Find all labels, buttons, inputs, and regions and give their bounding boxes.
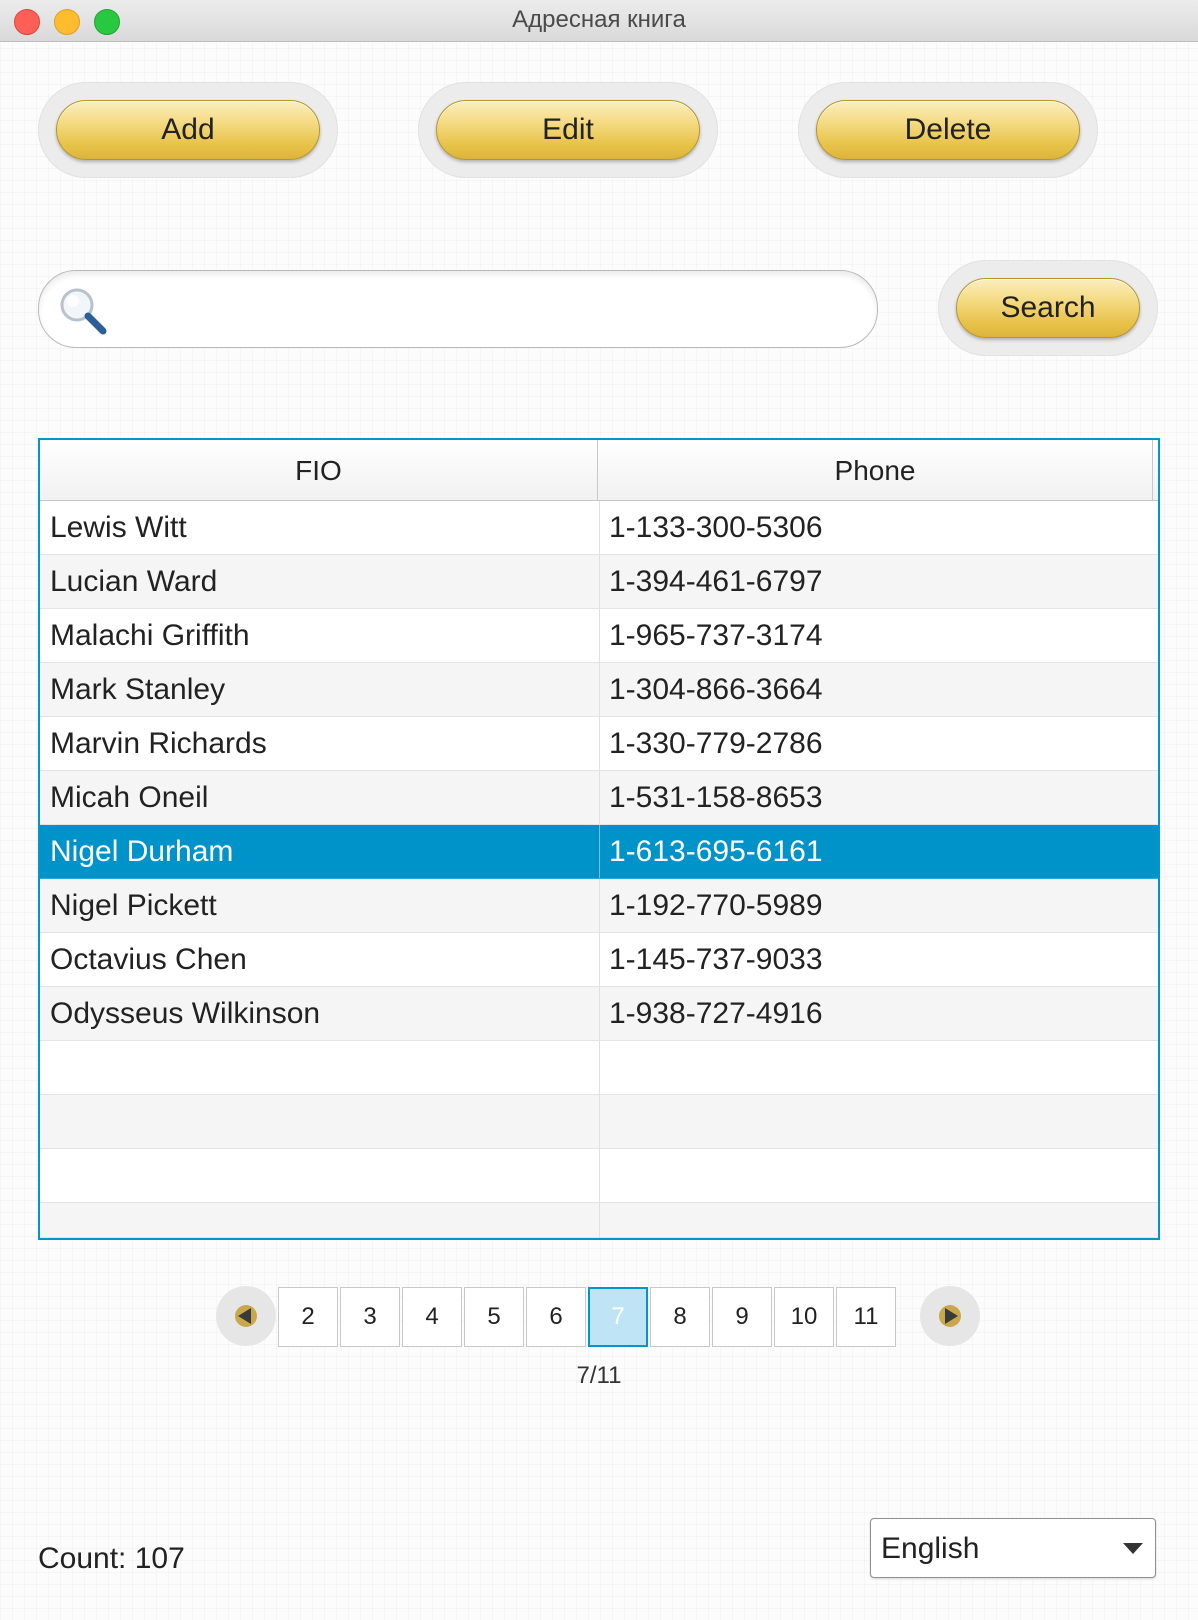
phone-cell: 1-965-737-3174 [609,619,823,652]
search-input[interactable] [125,283,859,335]
phone-cell: 1-394-461-6797 [609,565,823,598]
table-header: FIO Phone [40,440,1158,501]
phone-cell: 1-133-300-5306 [609,511,823,544]
page-button[interactable]: 6 [526,1287,586,1347]
phone-cell [599,1149,1157,1202]
column-header-phone[interactable]: Phone [598,440,1153,500]
page-button[interactable]: 10 [774,1287,834,1347]
delete-button-well: Delete [798,82,1098,178]
table-row[interactable]: Octavius Chen 1-145-737-9033 [40,933,1158,987]
phone-cell [599,1203,1157,1238]
table-row[interactable]: Mark Stanley 1-304-866-3664 [40,663,1158,717]
phone-cell: 1-145-737-9033 [609,943,823,976]
next-page-button[interactable] [920,1286,980,1346]
table-row[interactable]: Micah Oneil 1-531-158-8653 [40,771,1158,825]
phone-cell: 1-192-770-5989 [609,889,823,922]
fio-cell: Malachi Griffith [40,609,600,662]
page-indicator: 7/11 [576,1362,622,1389]
table-row[interactable]: Nigel Pickett 1-192-770-5989 [40,879,1158,933]
column-header-fio[interactable]: FIO [40,440,598,500]
arrow-right-icon [939,1305,961,1327]
search-button-well: Search [938,260,1158,356]
add-button-well: Add [38,82,338,178]
table-row-selected[interactable]: Nigel Durham 1-613-695-6161 [40,825,1158,879]
fio-cell: Marvin Richards [40,717,600,770]
fio-cell [40,1149,600,1202]
table-row-empty[interactable] [40,1203,1158,1238]
fio-cell: Nigel Durham [40,825,600,878]
table-row[interactable]: Marvin Richards 1-330-779-2786 [40,717,1158,771]
table-row[interactable]: Odysseus Wilkinson 1-938-727-4916 [40,987,1158,1041]
fio-cell: Lewis Witt [40,501,600,554]
chevron-down-icon [1123,1543,1143,1554]
fio-cell [40,1041,600,1094]
phone-cell: 1-304-866-3664 [609,673,823,706]
table-row-empty[interactable] [40,1041,1158,1095]
search-icon [60,288,107,335]
page-button[interactable]: 9 [712,1287,772,1347]
fio-cell [40,1203,600,1238]
table-body: Lewis Witt 1-133-300-5306 Lucian Ward 1-394… [40,501,1158,1238]
title-bar: Адресная книга [0,0,1198,42]
table-row-empty[interactable] [40,1149,1158,1203]
fio-cell: Micah Oneil [40,771,600,824]
phone-cell: 1-938-727-4916 [609,997,823,1030]
page-button[interactable]: 11 [836,1287,896,1347]
contacts-table[interactable]: FIO Phone Lewis Witt 1-133-300-5306 Lucian… [38,438,1160,1240]
fio-cell: Nigel Pickett [40,879,600,932]
page-button[interactable]: 4 [402,1287,462,1347]
pagination: 2 3 4 5 6 7 8 9 10 11 [216,1286,986,1347]
language-select-value: English [881,1532,980,1565]
previous-page-button[interactable] [216,1286,276,1346]
search-field[interactable] [38,270,878,348]
page-button[interactable]: 5 [464,1287,524,1347]
page-button[interactable]: 8 [650,1287,710,1347]
table-row[interactable]: Malachi Griffith 1-965-737-3174 [40,609,1158,663]
phone-cell: 1-613-695-6161 [609,835,823,868]
phone-cell: 1-330-779-2786 [609,727,823,760]
add-button[interactable]: Add [56,100,320,160]
record-count: Count: 107 [38,1542,185,1575]
delete-button[interactable]: Delete [816,100,1080,160]
page-button[interactable]: 3 [340,1287,400,1347]
phone-cell: 1-531-158-8653 [609,781,823,814]
page-button-current[interactable]: 7 [588,1287,648,1347]
search-button[interactable]: Search [956,278,1140,338]
edit-button-well: Edit [418,82,718,178]
table-row[interactable]: Lucian Ward 1-394-461-6797 [40,555,1158,609]
window-title: Адресная книга [512,6,686,33]
arrow-left-icon [235,1305,257,1327]
fio-cell [40,1095,600,1148]
phone-cell [599,1041,1157,1094]
fio-cell: Lucian Ward [40,555,600,608]
table-row-empty[interactable] [40,1095,1158,1149]
language-select[interactable]: English [870,1518,1156,1578]
app-window: Адресная книга Add Edit Delete Search FI… [0,0,1198,1620]
edit-button[interactable]: Edit [436,100,700,160]
phone-cell [599,1095,1157,1148]
fio-cell: Odysseus Wilkinson [40,987,600,1040]
fio-cell: Mark Stanley [40,663,600,716]
fio-cell: Octavius Chen [40,933,600,986]
table-row[interactable]: Lewis Witt 1-133-300-5306 [40,501,1158,555]
page-button[interactable]: 2 [278,1287,338,1347]
